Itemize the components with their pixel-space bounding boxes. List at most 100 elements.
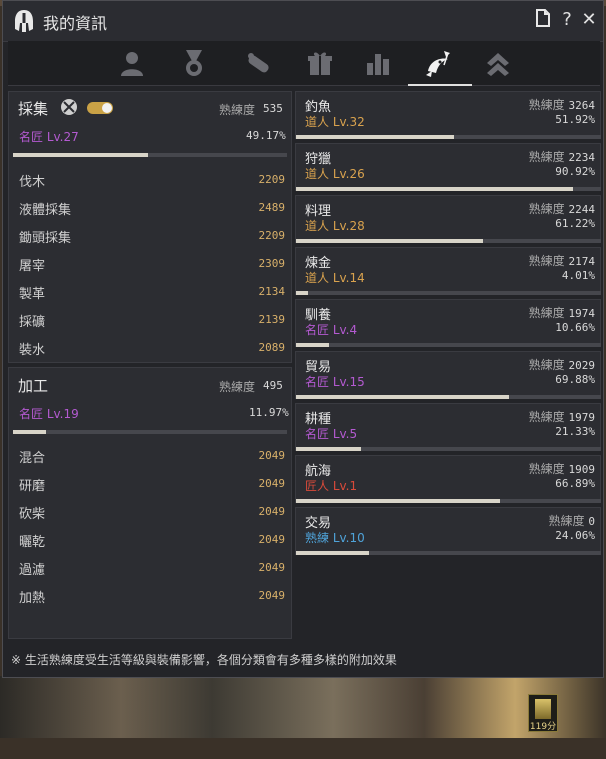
skill-card-cooking[interactable]: 料理 道人 Lv.28 熟練度 2244 61.22%: [295, 195, 601, 243]
processing-item-label: 加熱: [19, 591, 46, 606]
processing-item: 研磨 2049: [19, 475, 285, 495]
skill-progress-fill: [296, 395, 510, 399]
tab-medal[interactable]: [166, 45, 220, 81]
gathering-progress-fill: [13, 153, 148, 157]
skill-progress-fill: [296, 447, 362, 451]
medal-icon: [186, 50, 202, 76]
skill-card-fishing[interactable]: 釣魚 道人 Lv.32 熟練度 3264 51.92%: [295, 91, 601, 139]
gathering-item-label: 伐木: [19, 175, 46, 190]
skill-proficiency: 熟練度 1909: [528, 462, 595, 476]
skill-proficiency: 熟練度 2029: [528, 358, 595, 372]
gathering-item-label: 裝水: [19, 343, 46, 358]
skill-level: 道人 Lv.14: [305, 271, 365, 285]
skill-card-sailing[interactable]: 航海 匠人 Lv.1 熟練度 1909 66.89%: [295, 455, 601, 503]
skill-progress-fill: [296, 187, 574, 191]
skill-proficiency: 熟練度 2234: [528, 150, 595, 164]
tab-rank[interactable]: [470, 45, 524, 81]
processing-item-label: 曬乾: [19, 535, 46, 550]
gathering-proficiency-label: 熟練度: [219, 103, 256, 117]
skill-proficiency: 熟練度 0: [548, 514, 595, 528]
skill-proficiency: 熟練度 3264: [528, 98, 595, 112]
gathering-toggle[interactable]: [87, 102, 113, 114]
skill-level: 道人 Lv.28: [305, 219, 365, 233]
skill-progress-bar: [296, 187, 601, 191]
tab-gift[interactable]: [292, 45, 346, 81]
gathering-percent: 49.17%: [246, 129, 286, 142]
processing-item-label: 砍柴: [19, 507, 46, 522]
gathering-item-value: 2134: [258, 285, 286, 298]
tab-bar: [8, 41, 600, 86]
gathering-item: 製革 2134: [19, 283, 285, 303]
skill-card-alchemy[interactable]: 煉金 道人 Lv.14 熟練度 2174 4.01%: [295, 247, 601, 295]
gathering-item-value: 2209: [258, 173, 286, 186]
processing-progress-bar: [13, 430, 287, 434]
skill-proficiency: 熟練度 2244: [528, 202, 595, 216]
skill-proficiency: 熟練度 2174: [528, 254, 595, 268]
skill-percent: 61.22%: [555, 217, 595, 230]
gathering-proficiency: 535: [263, 102, 283, 115]
tab-scroll[interactable]: [230, 45, 284, 81]
skill-level: 道人 Lv.26: [305, 167, 365, 181]
skill-progress-fill: [296, 239, 483, 243]
processing-item-label: 過濾: [19, 563, 46, 578]
processing-title: 加工: [18, 377, 49, 395]
skill-progress-fill: [296, 499, 500, 503]
window-titlebar[interactable]: 我的資訊 ? ✕: [3, 1, 603, 42]
processing-progress-fill: [13, 430, 46, 434]
gathering-item: 裝水 2089: [19, 339, 285, 359]
processing-proficiency-label: 熟練度: [219, 380, 256, 394]
help-icon[interactable]: ?: [557, 9, 577, 31]
skill-progress-fill: [296, 291, 309, 295]
skill-percent: 66.89%: [555, 477, 595, 490]
skill-progress-fill: [296, 551, 370, 555]
window-title: 我的資訊: [43, 14, 108, 33]
buff-timer-icon[interactable]: 119分: [528, 694, 558, 732]
fishing-icon: [426, 51, 450, 77]
skill-progress-bar: [296, 291, 601, 295]
tab-stats[interactable]: [350, 45, 404, 81]
skill-progress-bar: [296, 135, 601, 139]
skill-card-hunting[interactable]: 狩獵 道人 Lv.26 熟練度 2234 90.92%: [295, 143, 601, 191]
processing-percent: 11.97%: [249, 406, 289, 419]
processing-proficiency: 495: [263, 379, 283, 392]
skill-percent: 21.33%: [555, 425, 595, 438]
document-icon[interactable]: [533, 9, 553, 31]
skill-progress-bar: [296, 343, 601, 347]
skill-card-farming[interactable]: 耕種 名匠 Lv.5 熟練度 1979 21.33%: [295, 403, 601, 451]
scroll-icon: [248, 53, 269, 73]
processing-item-label: 混合: [19, 451, 46, 466]
skill-level: 名匠 Lv.5: [305, 427, 358, 441]
skill-progress-bar: [296, 447, 601, 451]
processing-item-value: 2049: [258, 533, 286, 546]
processing-item: 加熱 2049: [19, 587, 285, 607]
processing-item-value: 2049: [258, 449, 286, 462]
profile-icon: [121, 52, 143, 76]
tab-life-skills[interactable]: [408, 45, 472, 86]
gathering-item-value: 2139: [258, 313, 286, 326]
close-icon[interactable]: ✕: [579, 9, 599, 31]
gathering-item: 伐木 2209: [19, 171, 285, 191]
skill-percent: 69.88%: [555, 373, 595, 386]
gathering-item-value: 2489: [258, 201, 286, 214]
skill-card-trade[interactable]: 貿易 名匠 Lv.15 熟練度 2029 69.88%: [295, 351, 601, 399]
processing-item: 砍柴 2049: [19, 503, 285, 523]
my-info-window: 我的資訊 ? ✕ 採集 熟練度 535 名匠 Lv.27 49.17% 伐木 2…: [2, 0, 604, 678]
skill-card-training[interactable]: 馴養 名匠 Lv.4 熟練度 1974 10.66%: [295, 299, 601, 347]
bar-chart-icon: [367, 54, 389, 75]
tab-profile[interactable]: [104, 45, 158, 81]
skill-progress-bar: [296, 499, 601, 503]
game-background-scene: [0, 676, 606, 738]
skill-level: 名匠 Lv.4: [305, 323, 358, 337]
skill-card-barter[interactable]: 交易 熟練 Lv.10 熟練度 0 24.06%: [295, 507, 601, 555]
skill-progress-bar: [296, 395, 601, 399]
rank-chevron-icon: [487, 53, 509, 76]
skill-proficiency: 熟練度 1979: [528, 410, 595, 424]
buff-timer-label: 119分: [529, 722, 557, 732]
gathering-item: 液體採集 2489: [19, 199, 285, 219]
skill-percent: 51.92%: [555, 113, 595, 126]
gathering-item-label: 製革: [19, 287, 46, 302]
crossed-tools-icon: [61, 99, 77, 115]
processing-item-label: 研磨: [19, 479, 46, 494]
skill-progress-fill: [296, 343, 329, 347]
skill-level: 匠人 Lv.1: [305, 479, 358, 493]
